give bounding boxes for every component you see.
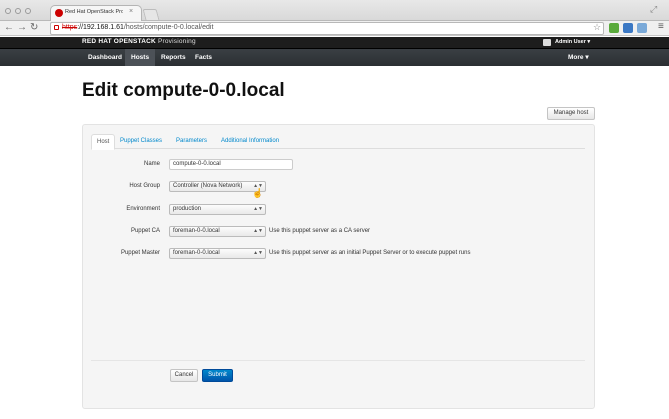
puppet-ca-select[interactable]: foreman-0-0.local ▲▼ <box>169 226 266 237</box>
brand-logo[interactable]: RED HAT OPENSTACK Provisioning <box>82 38 196 45</box>
insecure-lock-icon <box>54 25 59 30</box>
reload-icon[interactable]: ↻ <box>30 22 38 34</box>
browser-toolbar: ← → ↻ https://192.168.1.61/hosts/compute… <box>0 21 669 36</box>
nav-more-menu[interactable]: More ▾ <box>568 49 589 66</box>
browser-tab-title: Red Hat OpenStack Provis <box>65 9 123 15</box>
tab-additional-information[interactable]: Additional Information <box>216 134 284 149</box>
redhat-favicon-icon <box>55 9 63 17</box>
extension-icon[interactable] <box>609 23 619 33</box>
bookmark-star-icon[interactable]: ☆ <box>593 22 601 33</box>
name-label: Name <box>143 161 160 167</box>
environment-select[interactable]: production ▲▼ <box>169 204 266 215</box>
tab-close-icon[interactable]: × <box>129 8 133 15</box>
select-arrows-icon: ▲▼ <box>253 206 263 212</box>
puppet-master-label: Puppet Master <box>120 250 160 256</box>
cancel-button[interactable]: Cancel <box>170 369 198 382</box>
extension-icon[interactable] <box>623 23 633 33</box>
puppet-ca-help: Use this puppet server as a CA server <box>269 228 371 234</box>
new-tab-button[interactable] <box>142 9 160 20</box>
url-text: https://192.168.1.61/hosts/compute-0-0.l… <box>62 24 214 31</box>
puppet-master-help: Use this puppet server as an initial Pup… <box>269 250 471 256</box>
close-window-icon[interactable] <box>5 8 11 14</box>
puppet-ca-label: Puppet CA <box>130 228 160 234</box>
nav-reports[interactable]: Reports <box>155 49 192 66</box>
page-title: Edit compute-0-0.local <box>82 80 285 101</box>
user-menu[interactable]: Admin User ▾ <box>555 39 590 45</box>
browser-menu-icon[interactable]: ≡ <box>658 21 664 32</box>
tab-puppet-classes[interactable]: Puppet Classes <box>115 134 167 149</box>
tab-host[interactable]: Host <box>91 134 116 150</box>
minimize-window-icon[interactable] <box>15 8 21 14</box>
fullscreen-icon[interactable]: ⤢ <box>650 4 657 15</box>
name-field[interactable]: compute-0-0.local <box>169 159 293 170</box>
nav-facts[interactable]: Facts <box>189 49 218 66</box>
nav-dashboard[interactable]: Dashboard <box>82 49 128 66</box>
manage-host-button[interactable]: Manage host <box>547 107 595 120</box>
forward-icon[interactable]: → <box>17 22 27 34</box>
host-group-label: Host Group <box>129 183 160 189</box>
main-navbar: Dashboard Hosts Reports Facts More ▾ <box>0 49 669 66</box>
browser-tabstrip: Red Hat OpenStack Provis × ⤢ <box>0 0 669 21</box>
brand-bar: RED HAT OPENSTACK Provisioning Admin Use… <box>0 37 669 49</box>
puppet-master-select[interactable]: foreman-0-0.local ▲▼ <box>169 248 266 259</box>
back-icon[interactable]: ← <box>4 22 14 34</box>
form-actions <box>91 360 585 390</box>
hand-cursor-icon: ☝ <box>252 188 264 198</box>
environment-label: Environment <box>126 206 160 212</box>
select-arrows-icon: ▲▼ <box>253 228 263 234</box>
nav-hosts[interactable]: Hosts <box>125 49 156 66</box>
user-avatar-icon <box>543 39 551 46</box>
address-bar[interactable]: https://192.168.1.61/hosts/compute-0-0.l… <box>50 22 604 35</box>
select-arrows-icon: ▲▼ <box>253 250 263 256</box>
zoom-window-icon[interactable] <box>25 8 31 14</box>
extension-icon[interactable] <box>637 23 647 33</box>
browser-tab[interactable]: Red Hat OpenStack Provis × <box>50 5 142 21</box>
tab-parameters[interactable]: Parameters <box>171 134 212 149</box>
form-tabs: Host Puppet Classes Parameters Additiona… <box>91 134 585 150</box>
submit-button[interactable]: Submit <box>202 369 233 382</box>
